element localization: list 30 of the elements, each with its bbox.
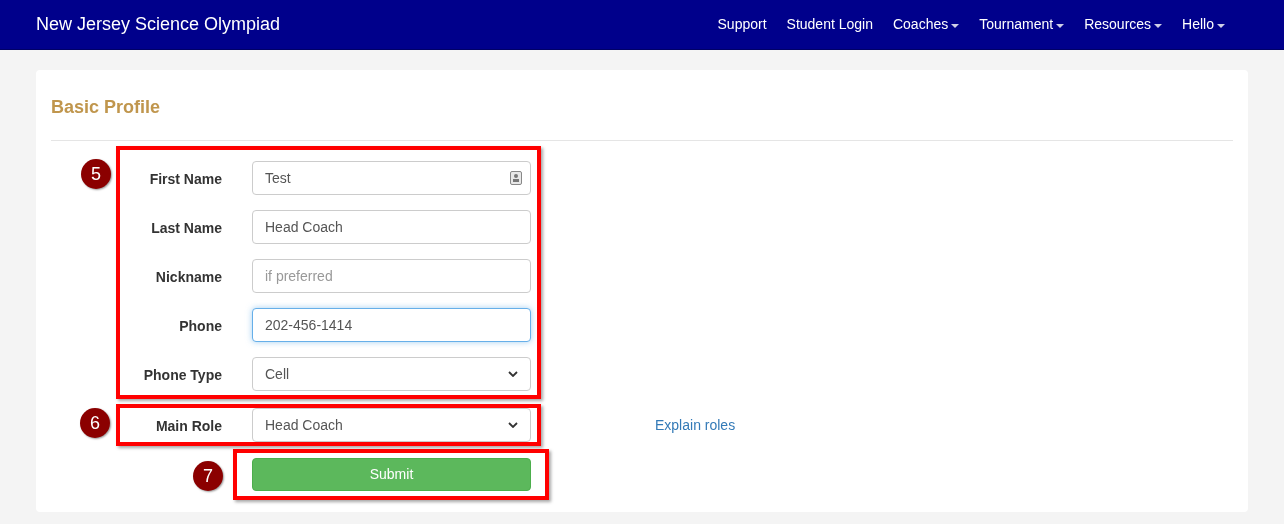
nav-link[interactable]: Hello [1182, 14, 1225, 35]
explain-roles-link[interactable]: Explain roles [655, 414, 736, 436]
caret-icon [951, 23, 960, 28]
nav-link[interactable]: Student Login [786, 14, 873, 35]
callout-number: 5 [81, 159, 111, 189]
field-label: Phone Type [142, 365, 222, 385]
caret-icon [1217, 23, 1225, 28]
brand-link[interactable]: New Jersey Science Olympiad [36, 11, 281, 38]
select-field[interactable]: Cell [252, 357, 531, 391]
input-field[interactable]: 202-456-1414 [252, 308, 531, 342]
field-label: Nickname [154, 267, 222, 287]
field-label: First Name [148, 169, 222, 189]
nav-link[interactable]: Tournament [979, 14, 1065, 35]
select-field[interactable]: Head Coach [252, 408, 531, 442]
nav-link[interactable]: Coaches [892, 14, 960, 35]
contact-card-icon [510, 171, 522, 185]
field-label: Phone [178, 316, 222, 336]
chevron-down-icon [508, 371, 518, 377]
field-label: Last Name [150, 218, 222, 238]
card-title: Basic Profile [51, 70, 1233, 141]
input-field[interactable]: Test [252, 161, 531, 195]
nav-link[interactable]: Resources [1084, 14, 1163, 35]
callout-number: 6 [80, 408, 110, 438]
nav-link[interactable]: Support [717, 14, 767, 35]
caret-icon [1154, 23, 1163, 28]
field-label: Main Role [154, 416, 222, 436]
chevron-down-icon [508, 422, 518, 428]
callout-number: 7 [193, 461, 223, 491]
input-field[interactable]: Head Coach [252, 210, 531, 244]
caret-icon [1056, 23, 1065, 28]
